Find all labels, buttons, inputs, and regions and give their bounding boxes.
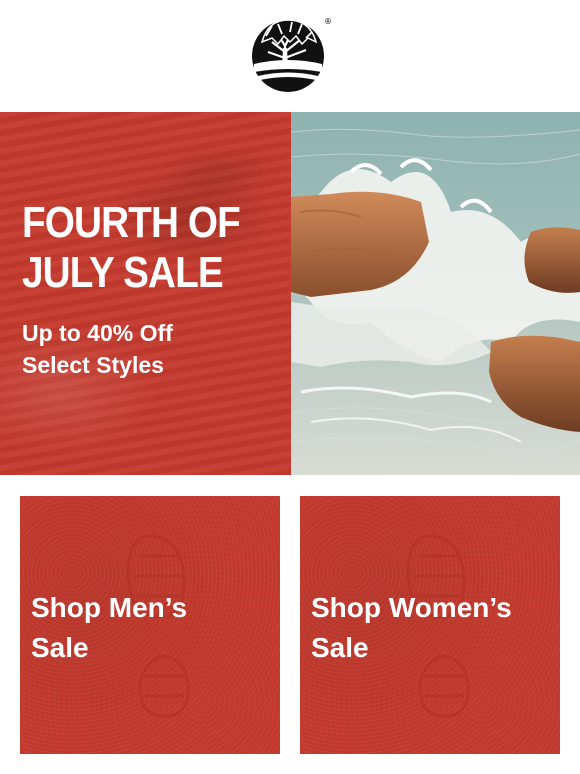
shop-mens-line1: Shop Men’s: [31, 592, 188, 623]
shop-mens-sale-button[interactable]: Shop Men’s Sale: [20, 496, 280, 754]
email-header: ®: [0, 0, 580, 112]
hero-title: FOURTH OF JULY SALE: [22, 198, 251, 298]
shop-mens-line2: Sale: [31, 632, 89, 663]
hero-banner[interactable]: FOURTH OF JULY SALE Up to 40% Off Select…: [0, 112, 580, 475]
hero-title-line2: JULY SALE: [22, 248, 224, 297]
shop-womens-line2: Sale: [311, 632, 369, 663]
hero-subtitle-line2: Select Styles: [22, 352, 164, 378]
hero-title-line1: FOURTH OF: [22, 198, 241, 247]
hero-subtitle: Up to 40% Off Select Styles: [22, 317, 282, 381]
shop-womens-sale-button[interactable]: Shop Women’s Sale: [300, 496, 560, 754]
registered-mark: ®: [324, 17, 332, 26]
shop-mens-sale-label: Shop Men’s Sale: [31, 588, 271, 668]
shop-womens-line1: Shop Women’s: [311, 592, 512, 623]
hero-text-panel: FOURTH OF JULY SALE Up to 40% Off Select…: [0, 112, 291, 475]
coastal-rocks-waves-photo: [291, 112, 580, 475]
shop-womens-sale-label: Shop Women’s Sale: [311, 588, 551, 668]
hero-subtitle-line1: Up to 40% Off: [22, 320, 173, 346]
timberland-tree-icon[interactable]: ®: [248, 12, 334, 96]
